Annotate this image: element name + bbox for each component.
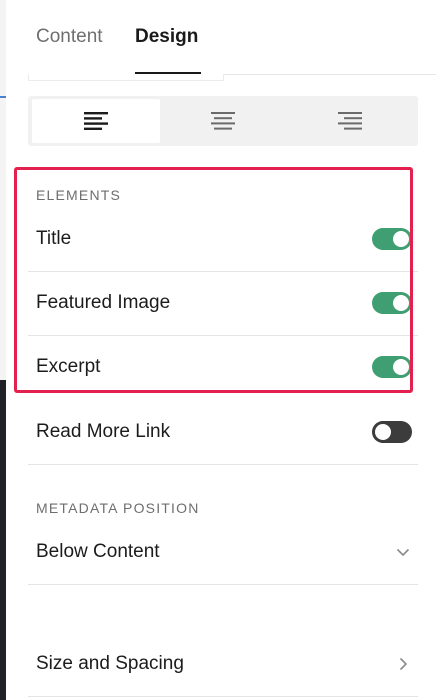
element-row-featured-image[interactable]: Featured Image	[28, 271, 418, 335]
scrolled-control-edge	[28, 74, 224, 81]
metadata-position-heading: METADATA POSITION	[36, 500, 200, 516]
element-row-title[interactable]: Title	[28, 207, 418, 271]
chevron-right-icon	[399, 657, 408, 671]
excerpt-toggle[interactable]	[372, 356, 412, 378]
row-divider	[28, 696, 418, 697]
align-center-option[interactable]	[159, 99, 287, 143]
design-panel: Content Design ELEMENTS Title Featured I…	[6, 0, 436, 700]
featured-image-toggle[interactable]	[372, 292, 412, 314]
title-toggle[interactable]	[372, 228, 412, 250]
element-row-excerpt[interactable]: Excerpt	[28, 335, 418, 399]
row-divider	[28, 464, 418, 465]
metadata-position-value: Below Content	[36, 541, 160, 562]
size-and-spacing-label: Size and Spacing	[36, 653, 184, 674]
tab-content[interactable]: Content	[36, 26, 103, 48]
row-divider	[28, 584, 418, 585]
element-label: Title	[36, 228, 72, 249]
elements-heading: ELEMENTS	[36, 187, 122, 203]
toggle-knob	[375, 424, 391, 440]
read-more-link-toggle[interactable]	[372, 421, 412, 443]
left-align-icon	[84, 112, 108, 130]
text-alignment-control	[28, 96, 418, 146]
element-row-read-more-link[interactable]: Read More Link	[28, 400, 418, 464]
element-label: Featured Image	[36, 292, 171, 313]
size-and-spacing-row[interactable]: Size and Spacing	[28, 632, 418, 696]
align-left-option[interactable]	[32, 99, 160, 143]
chevron-down-icon	[396, 548, 410, 557]
tab-design[interactable]: Design	[135, 26, 198, 48]
toggle-knob	[393, 359, 409, 375]
right-align-icon	[338, 112, 362, 130]
element-label: Read More Link	[36, 421, 171, 442]
metadata-position-select[interactable]: Below Content	[28, 520, 418, 584]
align-right-option[interactable]	[286, 99, 414, 143]
toggle-knob	[393, 231, 409, 247]
center-align-icon	[211, 112, 235, 130]
panel-tabs: Content Design	[6, 0, 436, 74]
toggle-knob	[393, 295, 409, 311]
element-label: Excerpt	[36, 356, 101, 377]
